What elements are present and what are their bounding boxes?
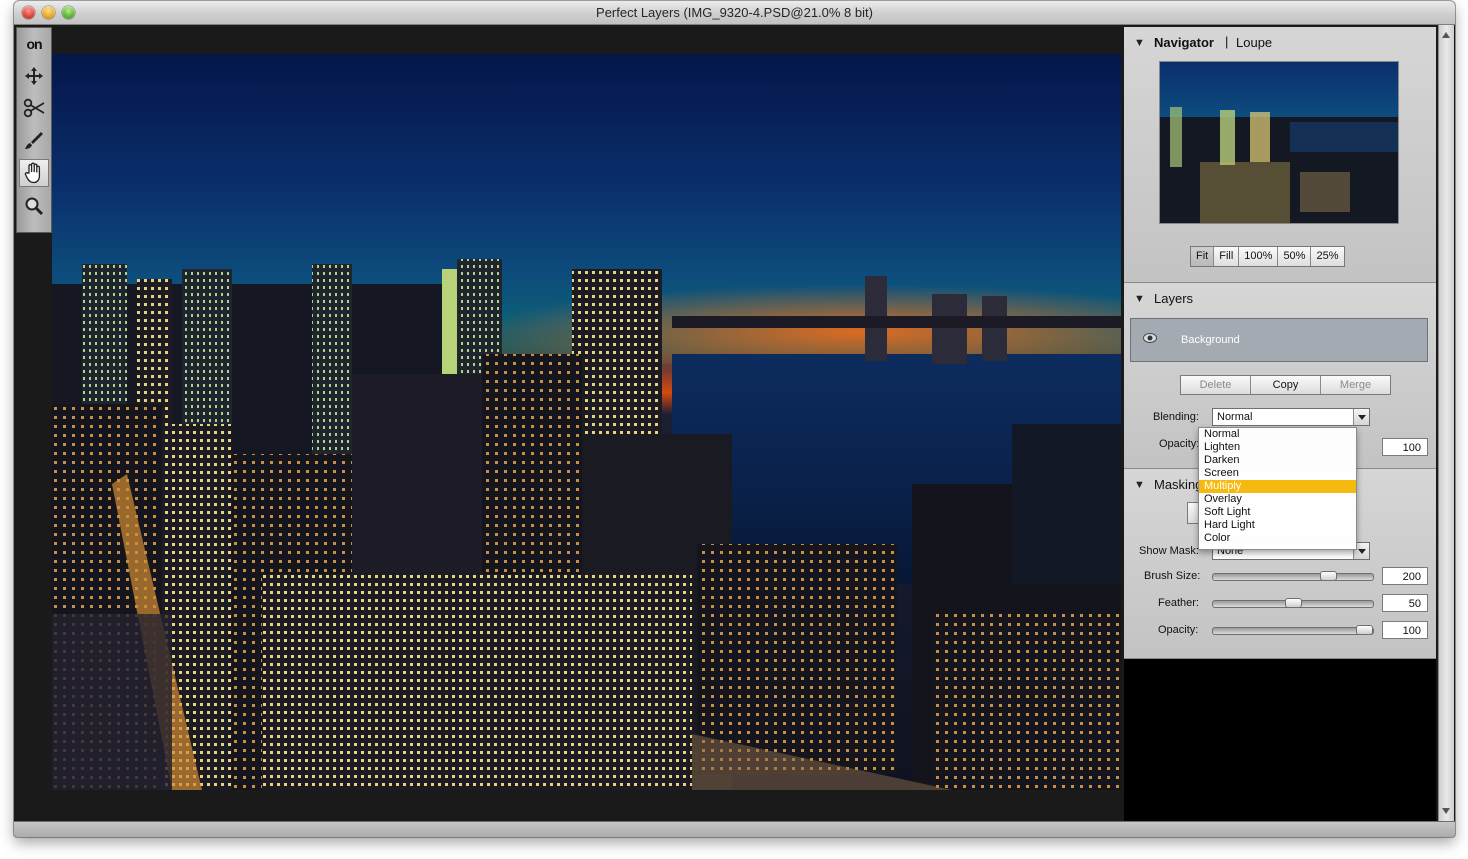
scissors-tool-button[interactable] bbox=[19, 94, 49, 122]
brush-size-slider[interactable] bbox=[1212, 571, 1374, 581]
magnifier-icon bbox=[25, 197, 44, 216]
mask-opacity-slider[interactable] bbox=[1212, 625, 1374, 635]
navigator-thumbnail[interactable] bbox=[1159, 61, 1399, 224]
navigator-tab[interactable]: Navigator bbox=[1154, 35, 1214, 50]
scroll-down-arrow-icon[interactable] bbox=[1442, 808, 1450, 814]
layer-opacity-field[interactable]: 100 bbox=[1382, 438, 1428, 456]
layers-disclosure-triangle[interactable]: ▼ bbox=[1134, 293, 1145, 305]
show-mask-label: Show Mask: bbox=[1139, 545, 1199, 557]
zoom-100-button[interactable]: 100% bbox=[1239, 247, 1279, 266]
blend-option-normal[interactable]: Normal bbox=[1199, 428, 1356, 441]
thumbnail-image bbox=[1160, 107, 1398, 223]
window-title: Perfect Layers (IMG_9320-4.PSD@21.0% 8 b… bbox=[596, 5, 873, 20]
window-bottom-bar bbox=[14, 821, 1455, 837]
onone-logo: on bbox=[19, 30, 49, 58]
hand-icon bbox=[24, 162, 41, 184]
blend-option-overlay[interactable]: Overlay bbox=[1199, 493, 1356, 506]
blend-option-lighten[interactable]: Lighten bbox=[1199, 441, 1356, 454]
copy-layer-button[interactable]: Copy bbox=[1251, 376, 1321, 394]
layer-row-background[interactable]: Background bbox=[1130, 318, 1428, 362]
mask-opacity-slider-thumb[interactable] bbox=[1356, 625, 1373, 635]
navigator-disclosure-triangle[interactable]: ▼ bbox=[1134, 37, 1145, 49]
scissors-icon bbox=[23, 98, 45, 118]
panel-scrollbar[interactable] bbox=[1438, 25, 1454, 821]
feather-slider[interactable] bbox=[1212, 598, 1374, 608]
brush-size-slider-thumb[interactable] bbox=[1320, 571, 1337, 581]
feather-slider-thumb[interactable] bbox=[1285, 598, 1302, 608]
blending-dropdown-menu: Normal Lighten Darken Screen Multiply Ov… bbox=[1198, 427, 1357, 550]
tab-separator: | bbox=[1225, 34, 1229, 49]
layer-opacity-label: Opacity: bbox=[1159, 438, 1200, 450]
merge-layer-button[interactable]: Merge bbox=[1321, 376, 1390, 394]
move-tool-button[interactable] bbox=[19, 62, 49, 90]
brush-icon bbox=[25, 132, 43, 149]
app-window: Perfect Layers (IMG_9320-4.PSD@21.0% 8 b… bbox=[14, 1, 1455, 837]
layers-title: Layers bbox=[1154, 291, 1194, 306]
title-bar[interactable]: Perfect Layers (IMG_9320-4.PSD@21.0% 8 b… bbox=[14, 1, 1455, 25]
blend-option-darken[interactable]: Darken bbox=[1199, 454, 1356, 467]
blend-option-color[interactable]: Color bbox=[1199, 532, 1356, 545]
blending-select-value: Normal bbox=[1217, 411, 1253, 423]
mask-opacity-label: Opacity: bbox=[1158, 624, 1199, 636]
blending-label: Blending: bbox=[1153, 411, 1199, 423]
masking-disclosure-triangle[interactable]: ▼ bbox=[1134, 479, 1145, 491]
zoom-25-button[interactable]: 25% bbox=[1311, 247, 1344, 266]
blend-option-multiply[interactable]: Multiply bbox=[1199, 480, 1356, 493]
scroll-up-arrow-icon[interactable] bbox=[1442, 32, 1450, 38]
delete-layer-button[interactable]: Delete bbox=[1181, 376, 1251, 394]
feather-label: Feather: bbox=[1158, 597, 1199, 609]
blend-option-soft-light[interactable]: Soft Light bbox=[1199, 506, 1356, 519]
blend-option-hard-light[interactable]: Hard Light bbox=[1199, 519, 1356, 532]
masking-title: Masking bbox=[1154, 477, 1203, 492]
hand-tool-button[interactable] bbox=[19, 159, 49, 187]
zoom-buttons: Fit Fill 100% 50% 25% bbox=[1190, 246, 1345, 267]
loupe-tab[interactable]: Loupe bbox=[1236, 35, 1272, 50]
layer-name: Background bbox=[1181, 334, 1240, 346]
zoom-tool-button[interactable] bbox=[19, 192, 49, 220]
eye-icon[interactable] bbox=[1143, 333, 1157, 343]
blend-option-screen[interactable]: Screen bbox=[1199, 467, 1356, 480]
onone-logo-text: on bbox=[26, 36, 42, 52]
layer-action-buttons: Delete Copy Merge bbox=[1180, 375, 1391, 395]
brush-size-label: Brush Size: bbox=[1144, 570, 1201, 582]
blending-select[interactable]: Normal bbox=[1212, 408, 1370, 426]
image-canvas[interactable] bbox=[52, 54, 1121, 790]
zoom-fill-button[interactable]: Fill bbox=[1214, 247, 1240, 266]
feather-field[interactable]: 50 bbox=[1382, 594, 1428, 612]
mask-opacity-field[interactable]: 100 bbox=[1382, 621, 1428, 639]
city-skyline-photo bbox=[52, 259, 1121, 790]
tool-palette: on bbox=[16, 27, 52, 233]
brush-tool-button[interactable] bbox=[19, 126, 49, 154]
zoom-50-button[interactable]: 50% bbox=[1278, 247, 1312, 266]
brush-size-field[interactable]: 200 bbox=[1382, 567, 1428, 585]
zoom-fit-button[interactable]: Fit bbox=[1191, 247, 1215, 266]
navigator-panel: ▼ Navigator | Loupe Fit Fill 100% 50% 25… bbox=[1124, 27, 1436, 283]
move-icon bbox=[25, 67, 43, 85]
chevron-down-icon bbox=[1353, 409, 1369, 425]
